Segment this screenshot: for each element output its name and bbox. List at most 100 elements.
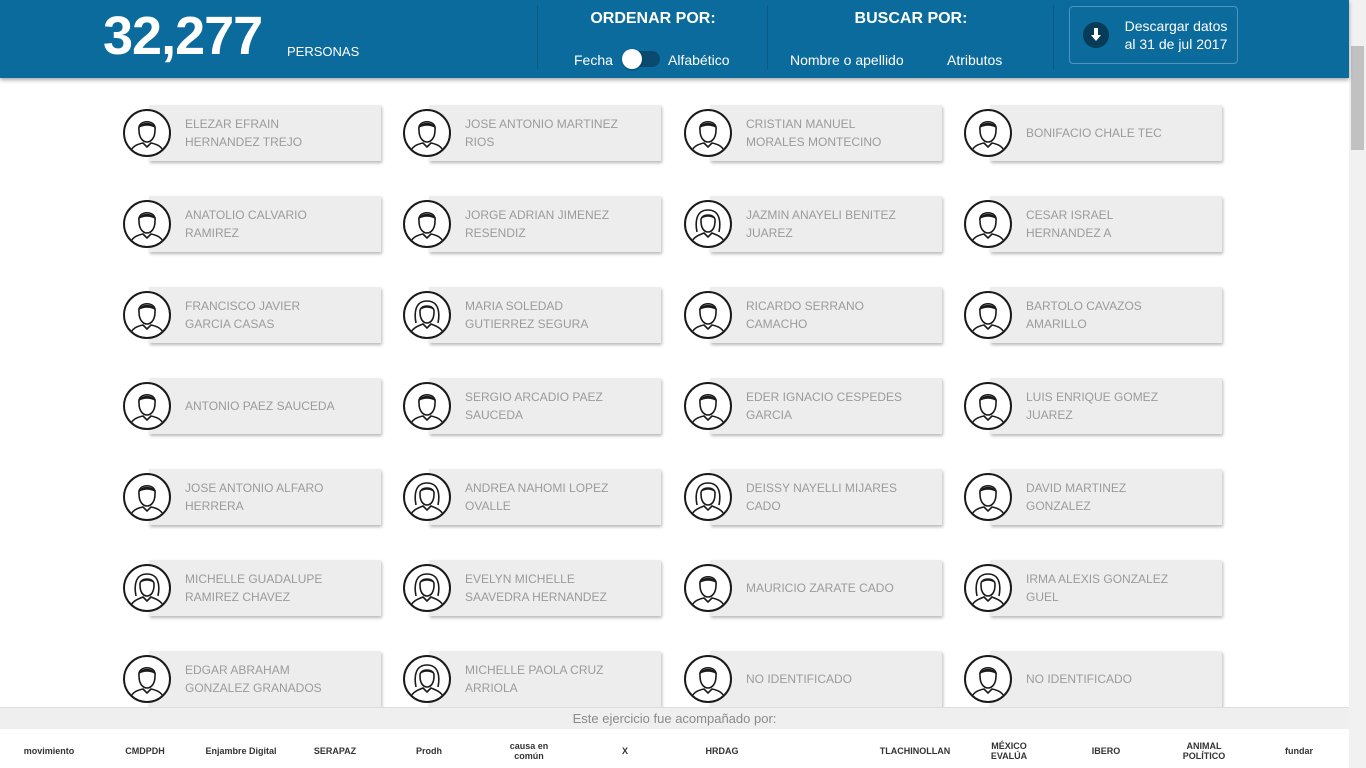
logo-fray-juan[interactable] bbox=[786, 739, 850, 763]
person-name-line1: CRISTIAN MANUEL bbox=[746, 117, 856, 131]
search-title: BUSCAR POR: bbox=[854, 10, 968, 27]
person-name: FRANCISCO JAVIER GARCIA CASAS bbox=[185, 297, 365, 333]
download-data-button[interactable]: Descargar datos al 31 de jul 2017 bbox=[1069, 6, 1238, 64]
logo-ibero[interactable]: IBERO bbox=[1073, 739, 1139, 763]
person-name-line1: MARIA SOLEDAD bbox=[465, 299, 564, 313]
logo-mexico-evalua[interactable]: MÉXICO EVALÚA bbox=[978, 739, 1040, 763]
person-name-line1: EVELYN MICHELLE bbox=[465, 572, 575, 586]
top-header: 32,277 PERSONAS ORDENAR POR: Fecha Alfab… bbox=[0, 0, 1349, 78]
person-card[interactable]: JAZMIN ANAYELI BENITEZ JUAREZ bbox=[684, 196, 942, 252]
person-name-line2: CAMACHO bbox=[746, 317, 808, 331]
footer-caption: Este ejercicio fue acompañado por: bbox=[572, 711, 777, 726]
person-name-line2: RAMIREZ bbox=[185, 226, 239, 240]
header-divider bbox=[1053, 5, 1054, 70]
person-card[interactable]: DAVID MARTINEZ GONZALEZ bbox=[964, 469, 1222, 525]
logo-fundar[interactable]: fundar bbox=[1268, 739, 1330, 763]
person-name-line2: HERNANDEZ A bbox=[1026, 226, 1112, 240]
person-name: ELEZAR EFRAIN HERNANDEZ TREJO bbox=[185, 115, 365, 151]
person-name-line1: MICHELLE PAOLA CRUZ bbox=[465, 663, 604, 677]
person-name-line2: RIOS bbox=[465, 135, 495, 149]
person-card[interactable]: JOSE ANTONIO MARTINEZ RIOS bbox=[403, 105, 661, 161]
person-name-line1: ANDREA NAHOMI LOPEZ bbox=[465, 481, 609, 495]
person-name: JORGE ADRIAN JIMENEZ RESENDIZ bbox=[465, 206, 645, 242]
person-card[interactable]: ANDREA NAHOMI LOPEZ OVALLE bbox=[403, 469, 661, 525]
male-avatar-icon bbox=[123, 655, 171, 703]
person-name-line2: GONZALEZ GRANADOS bbox=[185, 681, 322, 695]
person-card[interactable]: EDGAR ABRAHAM GONZALEZ GRANADOS bbox=[123, 651, 381, 707]
person-name-line2: SAUCEDA bbox=[465, 408, 524, 422]
male-avatar-icon bbox=[123, 109, 171, 157]
person-name-line2: CADO bbox=[746, 499, 781, 513]
logo-serapaz[interactable]: SERAPAZ bbox=[304, 739, 366, 763]
male-avatar-icon bbox=[964, 109, 1012, 157]
person-card[interactable]: LUIS ENRIQUE GOMEZ JUAREZ bbox=[964, 378, 1222, 434]
male-avatar-icon bbox=[123, 382, 171, 430]
male-avatar-icon bbox=[403, 200, 451, 248]
logo-cmdpdh[interactable]: CMDPDH bbox=[110, 739, 180, 763]
person-card[interactable]: MICHELLE GUADALUPE RAMIREZ CHAVEZ bbox=[123, 560, 381, 616]
person-card[interactable]: CESAR ISRAEL HERNANDEZ A bbox=[964, 196, 1222, 252]
person-card[interactable]: NO IDENTIFICADO bbox=[964, 651, 1222, 707]
person-card[interactable]: CRISTIAN MANUEL MORALES MONTECINO bbox=[684, 105, 942, 161]
person-card[interactable]: JORGE ADRIAN JIMENEZ RESENDIZ bbox=[403, 196, 661, 252]
person-card[interactable]: EDER IGNACIO CESPEDES GARCIA bbox=[684, 378, 942, 434]
scrollbar-thumb[interactable] bbox=[1351, 46, 1364, 150]
sort-option-date[interactable]: Fecha bbox=[574, 52, 613, 68]
person-name-line1: ANTONIO PAEZ SAUCEDA bbox=[185, 399, 335, 413]
logo-enjambre-digital[interactable]: Enjambre Digital bbox=[205, 739, 277, 763]
person-name: JOSE ANTONIO ALFARO HERRERA bbox=[185, 479, 365, 515]
person-name: ANDREA NAHOMI LOPEZ OVALLE bbox=[465, 479, 645, 515]
male-avatar-icon bbox=[123, 473, 171, 521]
person-card[interactable]: SERGIO ARCADIO PAEZ SAUCEDA bbox=[403, 378, 661, 434]
sort-option-alphabetical[interactable]: Alfabético bbox=[668, 52, 729, 68]
logo-x-logo[interactable]: X bbox=[610, 739, 640, 763]
person-card[interactable]: DEISSY NAYELLI MIJARES CADO bbox=[684, 469, 942, 525]
person-name-line2: SAAVEDRA HERNANDEZ bbox=[465, 590, 607, 604]
logo-animal-politico[interactable]: ANIMAL POLÍTICO bbox=[1175, 739, 1233, 763]
male-avatar-icon bbox=[123, 291, 171, 339]
person-name-line2: GARCIA bbox=[746, 408, 793, 422]
search-by-name-link[interactable]: Nombre o apellido bbox=[790, 52, 904, 68]
person-card[interactable]: MAURICIO ZARATE CADO bbox=[684, 560, 942, 616]
download-label-line2: al 31 de jul 2017 bbox=[1124, 36, 1228, 52]
person-name-line2: JUAREZ bbox=[1026, 408, 1073, 422]
person-name: NO IDENTIFICADO bbox=[746, 670, 926, 688]
person-card[interactable]: JOSE ANTONIO ALFARO HERRERA bbox=[123, 469, 381, 525]
person-name: MAURICIO ZARATE CADO bbox=[746, 579, 926, 597]
person-card[interactable]: MICHELLE PAOLA CRUZ ARRIOLA bbox=[403, 651, 661, 707]
male-avatar-icon bbox=[964, 473, 1012, 521]
search-by-attributes-link[interactable]: Atributos bbox=[947, 52, 1002, 68]
logo-prodh[interactable]: Prodh bbox=[410, 739, 448, 763]
person-card[interactable]: BARTOLO CAVAZOS AMARILLO bbox=[964, 287, 1222, 343]
person-card[interactable]: BONIFACIO CHALE TEC bbox=[964, 105, 1222, 161]
person-name: EDGAR ABRAHAM GONZALEZ GRANADOS bbox=[185, 661, 365, 697]
person-name: MICHELLE PAOLA CRUZ ARRIOLA bbox=[465, 661, 645, 697]
person-card[interactable]: MARIA SOLEDAD GUTIERREZ SEGURA bbox=[403, 287, 661, 343]
logo-causa-en-comun[interactable]: causa en común bbox=[505, 739, 553, 763]
logo-hrdag[interactable]: HRDAG bbox=[688, 739, 756, 763]
person-card[interactable]: FRANCISCO JAVIER GARCIA CASAS bbox=[123, 287, 381, 343]
person-card[interactable]: RICARDO SERRANO CAMACHO bbox=[684, 287, 942, 343]
sort-toggle[interactable] bbox=[622, 49, 660, 69]
person-card[interactable]: EVELYN MICHELLE SAAVEDRA HERNANDEZ bbox=[403, 560, 661, 616]
person-card[interactable]: ELEZAR EFRAIN HERNANDEZ TREJO bbox=[123, 105, 381, 161]
male-avatar-icon bbox=[684, 382, 732, 430]
person-name: EDER IGNACIO CESPEDES GARCIA bbox=[746, 388, 926, 424]
logo-tlachinollan[interactable]: TLACHINOLLAN bbox=[880, 739, 951, 763]
person-name: IRMA ALEXIS GONZALEZ GUEL bbox=[1026, 570, 1206, 606]
male-avatar-icon bbox=[964, 655, 1012, 703]
people-count-label: PERSONAS bbox=[287, 44, 360, 59]
person-name: JOSE ANTONIO MARTINEZ RIOS bbox=[465, 115, 645, 151]
person-name-line2: AMARILLO bbox=[1026, 317, 1087, 331]
male-avatar-icon bbox=[964, 382, 1012, 430]
logo-movimiento[interactable]: movimiento bbox=[23, 739, 75, 763]
person-card[interactable]: ANATOLIO CALVARIO RAMIREZ bbox=[123, 196, 381, 252]
vertical-scrollbar[interactable] bbox=[1349, 0, 1366, 768]
male-avatar-icon bbox=[964, 200, 1012, 248]
person-card[interactable]: IRMA ALEXIS GONZALEZ GUEL bbox=[964, 560, 1222, 616]
person-card[interactable]: NO IDENTIFICADO bbox=[684, 651, 942, 707]
person-card[interactable]: ANTONIO PAEZ SAUCEDA bbox=[123, 378, 381, 434]
person-name-line1: RICARDO SERRANO bbox=[746, 299, 865, 313]
person-name-line1: DAVID MARTINEZ bbox=[1026, 481, 1127, 495]
person-name-line1: ANATOLIO CALVARIO bbox=[185, 208, 307, 222]
